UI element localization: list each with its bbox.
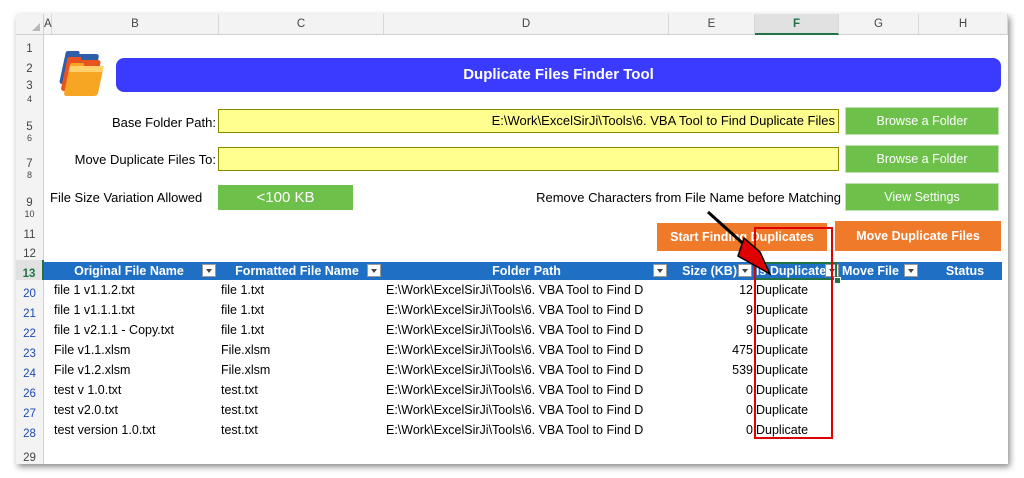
- row-header[interactable]: 11: [16, 219, 44, 241]
- file-size: 0: [746, 403, 753, 417]
- original-name: test v 1.0.txt: [54, 383, 122, 397]
- original-name: File v1.2.xlsm: [54, 363, 131, 377]
- folders-icon: [52, 51, 114, 97]
- column-header-a[interactable]: A: [44, 14, 52, 35]
- page-title: Duplicate Files Finder Tool: [116, 58, 1001, 92]
- row-header[interactable]: 9: [16, 180, 44, 209]
- row-header[interactable]: 2: [16, 55, 44, 75]
- original-name: test v2.0.txt: [54, 403, 118, 417]
- column-title-original: Original File Name: [74, 264, 184, 278]
- row-header[interactable]: 20: [16, 280, 44, 300]
- file-size: 0: [746, 423, 753, 437]
- folder-path: E:\Work\ExcelSirJi\Tools\6. VBA Tool to …: [386, 323, 644, 337]
- column-title-status: Status: [945, 264, 985, 278]
- folder-path: E:\Work\ExcelSirJi\Tools\6. VBA Tool to …: [386, 303, 644, 317]
- table-row[interactable]: File v1.2.xlsm File.xlsm E:\Work\ExcelSi…: [44, 360, 1002, 380]
- file-size: 0: [746, 383, 753, 397]
- folder-path: E:\Work\ExcelSirJi\Tools\6. VBA Tool to …: [386, 343, 644, 357]
- formatted-name: File.xlsm: [221, 363, 271, 377]
- move-duplicate-files-button[interactable]: Move Duplicate Files: [835, 221, 1001, 251]
- size-variation-value[interactable]: <100 KB: [218, 185, 353, 210]
- browse-move-folder-button[interactable]: Browse a Folder: [845, 145, 999, 173]
- original-name: test version 1.0.txt: [54, 423, 156, 437]
- formatted-name: file 1.txt: [221, 283, 265, 297]
- column-header-c[interactable]: C: [219, 14, 384, 35]
- row-header[interactable]: 7: [16, 143, 44, 170]
- row-header[interactable]: 22: [16, 320, 44, 340]
- row-header[interactable]: 29: [16, 440, 44, 464]
- row-header[interactable]: 6: [16, 133, 44, 143]
- column-title-folder: Folder Path: [492, 264, 561, 278]
- file-size: 9: [746, 303, 753, 317]
- spreadsheet: A B C D E F G H 1 2 3 4 5 6 7 8 9 10 11 …: [16, 14, 1008, 464]
- row-header[interactable]: 23: [16, 340, 44, 360]
- table-row[interactable]: file 1 v1.1.2.txt file 1.txt E:\Work\Exc…: [44, 280, 1002, 300]
- table-row[interactable]: file 1 v1.1.1.txt file 1.txt E:\Work\Exc…: [44, 300, 1002, 320]
- row-header[interactable]: 24: [16, 360, 44, 380]
- column-header-f[interactable]: F: [755, 14, 839, 35]
- size-variation-label: File Size Variation Allowed: [50, 190, 203, 205]
- row-header[interactable]: 13: [16, 260, 44, 280]
- row-header[interactable]: 10: [16, 209, 44, 219]
- pointer-arrow-icon: [706, 210, 772, 276]
- table-header: Original File Name Formatted File Name F…: [44, 262, 1002, 280]
- formatted-name: test.txt: [221, 423, 258, 437]
- original-name: file 1 v1.1.1.txt: [54, 303, 135, 317]
- formatted-name: file 1.txt: [221, 323, 265, 337]
- folder-path: E:\Work\ExcelSirJi\Tools\6. VBA Tool to …: [386, 423, 644, 437]
- filter-dropdown-icon[interactable]: [904, 264, 918, 277]
- filter-dropdown-icon[interactable]: [202, 264, 216, 277]
- formatted-name: file 1.txt: [221, 303, 265, 317]
- view-settings-button[interactable]: View Settings: [845, 183, 999, 211]
- row-header[interactable]: 3: [16, 75, 44, 92]
- remove-characters-label: Remove Characters from File Name before …: [536, 190, 841, 205]
- column-header-e[interactable]: E: [669, 14, 755, 35]
- row-header[interactable]: 12: [16, 241, 44, 260]
- table-row[interactable]: File v1.1.xlsm File.xlsm E:\Work\ExcelSi…: [44, 340, 1002, 360]
- file-size: 539: [732, 363, 753, 377]
- move-to-label: Move Duplicate Files To:: [74, 152, 216, 167]
- column-header-b[interactable]: B: [52, 14, 219, 35]
- filter-dropdown-icon[interactable]: [653, 264, 667, 277]
- move-to-input[interactable]: [218, 147, 839, 171]
- original-name: file 1 v1.1.2.txt: [54, 283, 135, 297]
- table-row[interactable]: test v2.0.txt test.txt E:\Work\ExcelSirJ…: [44, 400, 1002, 420]
- row-header[interactable]: 28: [16, 420, 44, 440]
- original-name: File v1.1.xlsm: [54, 343, 131, 357]
- select-all-corner[interactable]: [16, 14, 44, 35]
- formatted-name: File.xlsm: [221, 343, 271, 357]
- original-name: file 1 v2.1.1 - Copy.txt: [54, 323, 174, 337]
- base-folder-input[interactable]: E:\Work\ExcelSirJi\Tools\6. VBA Tool to …: [218, 109, 839, 133]
- file-size: 475: [732, 343, 753, 357]
- folder-path: E:\Work\ExcelSirJi\Tools\6. VBA Tool to …: [386, 383, 644, 397]
- row-header[interactable]: 5: [16, 104, 44, 133]
- folder-path: E:\Work\ExcelSirJi\Tools\6. VBA Tool to …: [386, 363, 644, 377]
- row-header[interactable]: 26: [16, 380, 44, 400]
- column-title-move-file: Move File: [842, 264, 899, 278]
- column-header-d[interactable]: D: [384, 14, 669, 35]
- table-row[interactable]: test v 1.0.txt test.txt E:\Work\ExcelSir…: [44, 380, 1002, 400]
- column-header-g[interactable]: G: [839, 14, 919, 35]
- table-row[interactable]: file 1 v2.1.1 - Copy.txt file 1.txt E:\W…: [44, 320, 1002, 340]
- row-header[interactable]: 21: [16, 300, 44, 320]
- row-header[interactable]: 4: [16, 92, 44, 104]
- folder-path: E:\Work\ExcelSirJi\Tools\6. VBA Tool to …: [386, 403, 644, 417]
- file-size: 12: [739, 283, 753, 297]
- column-header-h[interactable]: H: [919, 14, 1008, 35]
- formatted-name: test.txt: [221, 403, 258, 417]
- row-header[interactable]: 8: [16, 170, 44, 180]
- formatted-name: test.txt: [221, 383, 258, 397]
- column-title-formatted: Formatted File Name: [235, 264, 359, 278]
- row-header[interactable]: 27: [16, 400, 44, 420]
- filter-dropdown-icon[interactable]: [367, 264, 381, 277]
- row-header[interactable]: 1: [16, 35, 44, 55]
- browse-base-folder-button[interactable]: Browse a Folder: [845, 107, 999, 135]
- table-row[interactable]: test version 1.0.txt test.txt E:\Work\Ex…: [44, 420, 1002, 440]
- base-folder-label: Base Folder Path:: [111, 115, 216, 130]
- file-size: 9: [746, 323, 753, 337]
- folder-path: E:\Work\ExcelSirJi\Tools\6. VBA Tool to …: [386, 283, 644, 297]
